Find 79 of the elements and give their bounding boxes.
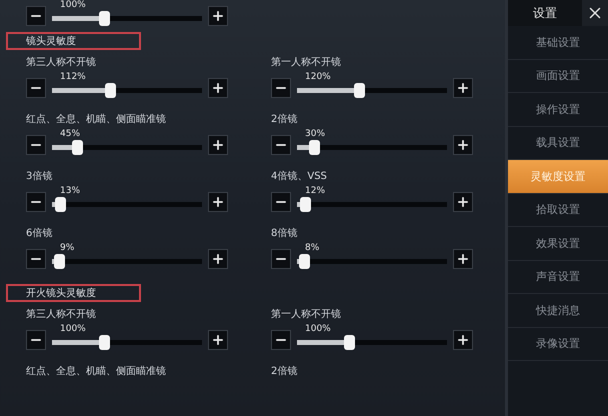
plus-button[interactable]: [208, 78, 228, 98]
slider-value: 100%: [59, 324, 87, 335]
sidebar-item[interactable]: 画面设置: [508, 60, 608, 93]
sidebar-item[interactable]: 声音设置: [508, 260, 608, 294]
setting-label: 第一人称不开镜: [271, 308, 342, 322]
sidebar-item[interactable]: 基础设置: [508, 26, 608, 60]
plus-icon: [211, 81, 225, 95]
slider-thumb[interactable]: [55, 197, 66, 212]
slider-thumb[interactable]: [98, 335, 110, 350]
setting-label: 红点、全息、机瞄、侧面瞄准镜: [26, 112, 167, 127]
minus-button[interactable]: [271, 249, 291, 269]
plus-icon: [211, 333, 225, 347]
slider-thumb[interactable]: [298, 254, 310, 269]
setting-label: 第三人称不开镜: [26, 56, 97, 70]
plus-button[interactable]: [453, 135, 473, 155]
setting-label: 4倍镜、VSS: [271, 170, 328, 184]
sidebar-item[interactable]: 快捷消息: [508, 294, 608, 328]
plus-icon: [456, 252, 470, 266]
minus-button[interactable]: [26, 78, 46, 98]
sidebar-item[interactable]: 操作设置: [508, 93, 608, 126]
section-title: 开火镜头灵敏度: [26, 286, 96, 300]
setting-label: 6倍镜: [26, 226, 54, 241]
slider-thumb[interactable]: [104, 83, 116, 98]
plus-icon: [456, 333, 470, 347]
plus-icon: [456, 138, 470, 152]
setting-label: 第一人称不开镜: [271, 56, 342, 70]
minus-button[interactable]: [26, 330, 46, 350]
plus-button[interactable]: [453, 192, 473, 212]
minus-button[interactable]: [26, 192, 46, 212]
slider-value: 30%: [304, 129, 326, 140]
setting-label: 2倍镜: [271, 112, 298, 127]
plus-button[interactable]: [208, 135, 228, 155]
plus-button[interactable]: [453, 330, 473, 350]
minus-button[interactable]: [26, 249, 46, 269]
plus-icon: [456, 81, 470, 95]
plus-button[interactable]: [208, 6, 228, 26]
slider-value: 45%: [59, 129, 82, 140]
setting-label: 8倍镜: [271, 226, 298, 241]
slider-value: 9%: [59, 243, 76, 254]
slider-value: 112%: [59, 72, 87, 83]
slider-thumb[interactable]: [72, 140, 82, 155]
minus-button[interactable]: [271, 192, 291, 212]
slider-value: 100%: [304, 324, 332, 335]
minus-button[interactable]: [26, 135, 46, 155]
slider-thumb[interactable]: [54, 254, 64, 269]
slider-value: 13%: [59, 186, 82, 197]
plus-button[interactable]: [208, 249, 228, 269]
sidebar-title: 设置: [508, 0, 582, 26]
plus-icon: [211, 138, 225, 152]
section-title: 镜头灵敏度: [26, 34, 76, 48]
sidebar-item[interactable]: 录像设置: [508, 328, 608, 361]
minus-button[interactable]: [271, 330, 291, 350]
sidebar-item[interactable]: 效果设置: [508, 227, 608, 260]
slider-value: 8%: [304, 243, 320, 254]
plus-button[interactable]: [453, 249, 473, 269]
setting-label: 3倍镜: [26, 170, 54, 184]
slider-thumb[interactable]: [98, 11, 110, 26]
plus-button[interactable]: [208, 330, 228, 350]
slider-thumb[interactable]: [344, 335, 354, 350]
setting-label: 红点、全息、机瞄、侧面瞄准镜: [26, 364, 167, 379]
setting-label: 2倍镜: [271, 364, 298, 379]
close-button[interactable]: [582, 0, 608, 26]
slider-thumb[interactable]: [309, 140, 320, 155]
minus-button[interactable]: [271, 135, 291, 155]
minus-button[interactable]: [271, 78, 291, 98]
slider-thumb[interactable]: [354, 83, 365, 98]
minus-button[interactable]: [26, 6, 46, 26]
plus-icon: [211, 9, 225, 23]
slider-value: 100%: [59, 0, 87, 11]
plus-button[interactable]: [208, 192, 228, 212]
plus-button[interactable]: [453, 78, 473, 98]
slider-thumb[interactable]: [300, 197, 311, 212]
slider-value: 12%: [304, 186, 326, 197]
setting-label: 第三人称不开镜: [26, 308, 97, 322]
plus-icon: [211, 252, 225, 266]
sidebar-item[interactable]: 拾取设置: [508, 194, 608, 227]
plus-icon: [456, 195, 470, 209]
plus-icon: [211, 195, 225, 209]
slider-value: 120%: [304, 72, 332, 83]
